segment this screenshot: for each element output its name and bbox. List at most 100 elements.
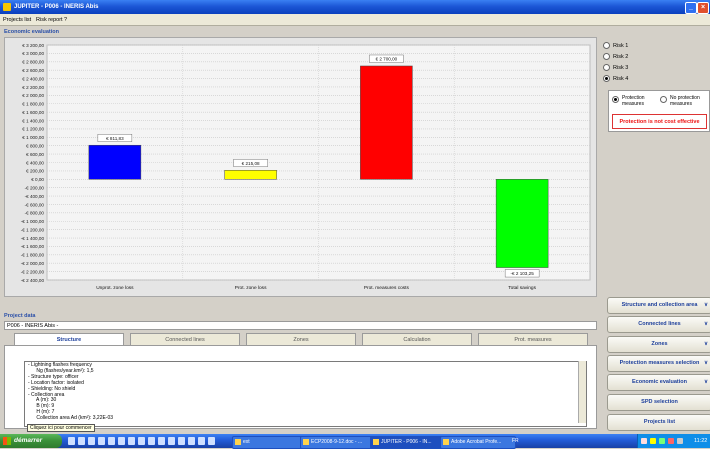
risk-1-radio[interactable]: Risk 1 [603,42,628,51]
structure-line: Collection area Ad (km²): 3,22E-03 [28,415,114,422]
project-name-field[interactable]: P006 - INERIS Abis - [4,321,597,330]
quicklaunch-icon[interactable] [208,437,215,445]
tray-icon[interactable] [659,438,665,444]
x-tick-label: Prot. zone loss [235,285,267,291]
nav-zones-button[interactable]: Zones ∨ [607,336,710,353]
data-label: € 215,08 [242,161,260,166]
start-button[interactable]: démarrer [0,434,62,448]
y-tick-label: -€ 2 200,00 [21,269,45,274]
tray-icon[interactable] [650,438,656,444]
nav-projects-list-button[interactable]: Projects list [607,414,710,431]
quicklaunch-icon[interactable] [118,437,125,445]
radio-indicator[interactable] [603,53,610,61]
radio-indicator[interactable] [612,96,619,103]
close-button[interactable]: × [697,2,709,14]
radio-indicator[interactable] [660,96,667,103]
y-tick-label: € 2 600,00 [22,68,44,73]
structure-summary-text[interactable]: - Lightning flashes frequency Ng (flashe… [24,361,587,427]
menu-help[interactable]: ? [64,15,67,25]
data-label: € 2 700,00 [376,57,398,62]
tray-icon[interactable] [668,438,674,444]
risk-1-label: Risk 1 [613,43,629,49]
window-title: JUPITER - P006 - INERIS Abis [14,4,99,10]
y-tick-label: € 0,00 [31,177,44,182]
taskbar-task-acrobat[interactable]: Adobe Acrobat Profe... [440,436,516,449]
radio-indicator[interactable] [603,42,610,50]
bar [88,144,142,180]
bar [360,65,413,180]
minimize-button[interactable]: _ [685,2,697,14]
chevron-down-icon: ∨ [703,360,708,366]
quicklaunch-icon[interactable] [88,437,95,445]
x-tick-label: Total savings [508,285,536,291]
quicklaunch-icon[interactable] [78,437,85,445]
nav-structure-button[interactable]: Structure and collection area ∨ [607,297,710,314]
nav-connected-lines-button[interactable]: Connected lines ∨ [607,316,710,333]
word-icon [303,439,309,445]
tray-icon[interactable] [677,438,683,444]
y-tick-label: -€ 2 000,00 [21,261,45,266]
quicklaunch-icon[interactable] [198,437,205,445]
windows-logo-icon [3,437,11,445]
nav-economic-evaluation-button[interactable]: Economic evaluation ∨ [607,374,710,391]
y-tick-label: € 1 600,00 [22,110,44,115]
quicklaunch-icon[interactable] [128,437,135,445]
menu-projects-list[interactable]: Projects list [3,15,31,25]
structure-scrollbar[interactable] [578,361,586,423]
y-tick-label: € 2 800,00 [22,60,44,65]
y-tick-label: -€ 1 000,00 [21,219,45,224]
chevron-down-icon: ∨ [703,379,708,385]
taskbar-task-doc[interactable]: ECP2008-9-12.doc - ... [300,436,376,449]
risk-4-radio[interactable]: Risk 4 [603,75,628,84]
nav-spd-selection-button[interactable]: SPD selection [607,394,710,411]
menu-risk-report[interactable]: Risk report [36,15,63,25]
quicklaunch-icon[interactable] [138,437,145,445]
quicklaunch-icon[interactable] [148,437,155,445]
taskbar-task-jupiter[interactable]: JUPITER - P006 - IN... [370,436,446,449]
y-tick-label: € 3 000,00 [22,51,44,56]
economic-evaluation-title: Economic evaluation [4,29,60,35]
y-tick-label: € 1 400,00 [22,118,44,123]
nav-label: Structure and collection area [621,302,698,308]
y-tick-label: € 1 000,00 [22,135,44,140]
quicklaunch-icon[interactable] [68,437,75,445]
no-protection-radio[interactable]: No protection measures [660,95,708,107]
task-label: ECP2008-9-12.doc - ... [311,439,363,445]
risk-3-label: Risk 3 [613,65,629,71]
risk-4-label: Risk 4 [613,76,629,82]
risk-3-radio[interactable]: Risk 3 [603,64,628,73]
chevron-down-icon: ∨ [703,321,708,327]
risk-2-radio[interactable]: Risk 2 [603,53,628,62]
nav-label: Economic evaluation [631,379,687,385]
y-tick-label: € 400,00 [26,160,44,165]
economic-chart: € 3 200,00 € 3 000,00 € 2 800,00 € 2 600,00… [4,37,597,297]
app-icon [373,439,379,445]
quicklaunch-icon[interactable] [98,437,105,445]
quicklaunch-icon[interactable] [188,437,195,445]
radio-indicator[interactable] [603,75,610,83]
tray-icon[interactable] [641,438,647,444]
protection-measures-label: Protection measures [622,95,645,107]
quicklaunch-icon[interactable] [158,437,165,445]
start-label: démarrer [14,437,43,444]
y-tick-label: -€ 1 200,00 [21,227,45,232]
bar [224,170,277,180]
start-tooltip: Cliquez ici pour commencer [27,424,95,432]
protection-measures-radio[interactable]: Protection measures [612,95,660,107]
quicklaunch-icon[interactable] [168,437,175,445]
project-tabs: Structure Connected lines Zones Calculat… [4,333,597,346]
title-bar: JUPITER - P006 - INERIS Abis _ × [0,0,710,14]
quicklaunch-icon[interactable] [108,437,115,445]
nav-protection-measures-button[interactable]: Protection measures selection ∨ [607,355,710,372]
y-tick-label: € 1 800,00 [22,102,44,107]
taskbar-task-ext[interactable]: ext [232,436,306,449]
data-label: -€ 2 103,25 [511,271,535,276]
acrobat-icon [443,439,449,445]
chevron-down-icon: ∨ [703,302,708,308]
radio-indicator[interactable] [603,64,610,72]
menu-bar: Projects list Risk report ? [0,14,710,26]
y-tick-label: -€ 2 400,00 [21,278,45,283]
quicklaunch-icon[interactable] [178,437,185,445]
language-indicator[interactable]: FR [512,434,519,448]
protection-status-message: Protection is not cost effective [612,114,707,129]
